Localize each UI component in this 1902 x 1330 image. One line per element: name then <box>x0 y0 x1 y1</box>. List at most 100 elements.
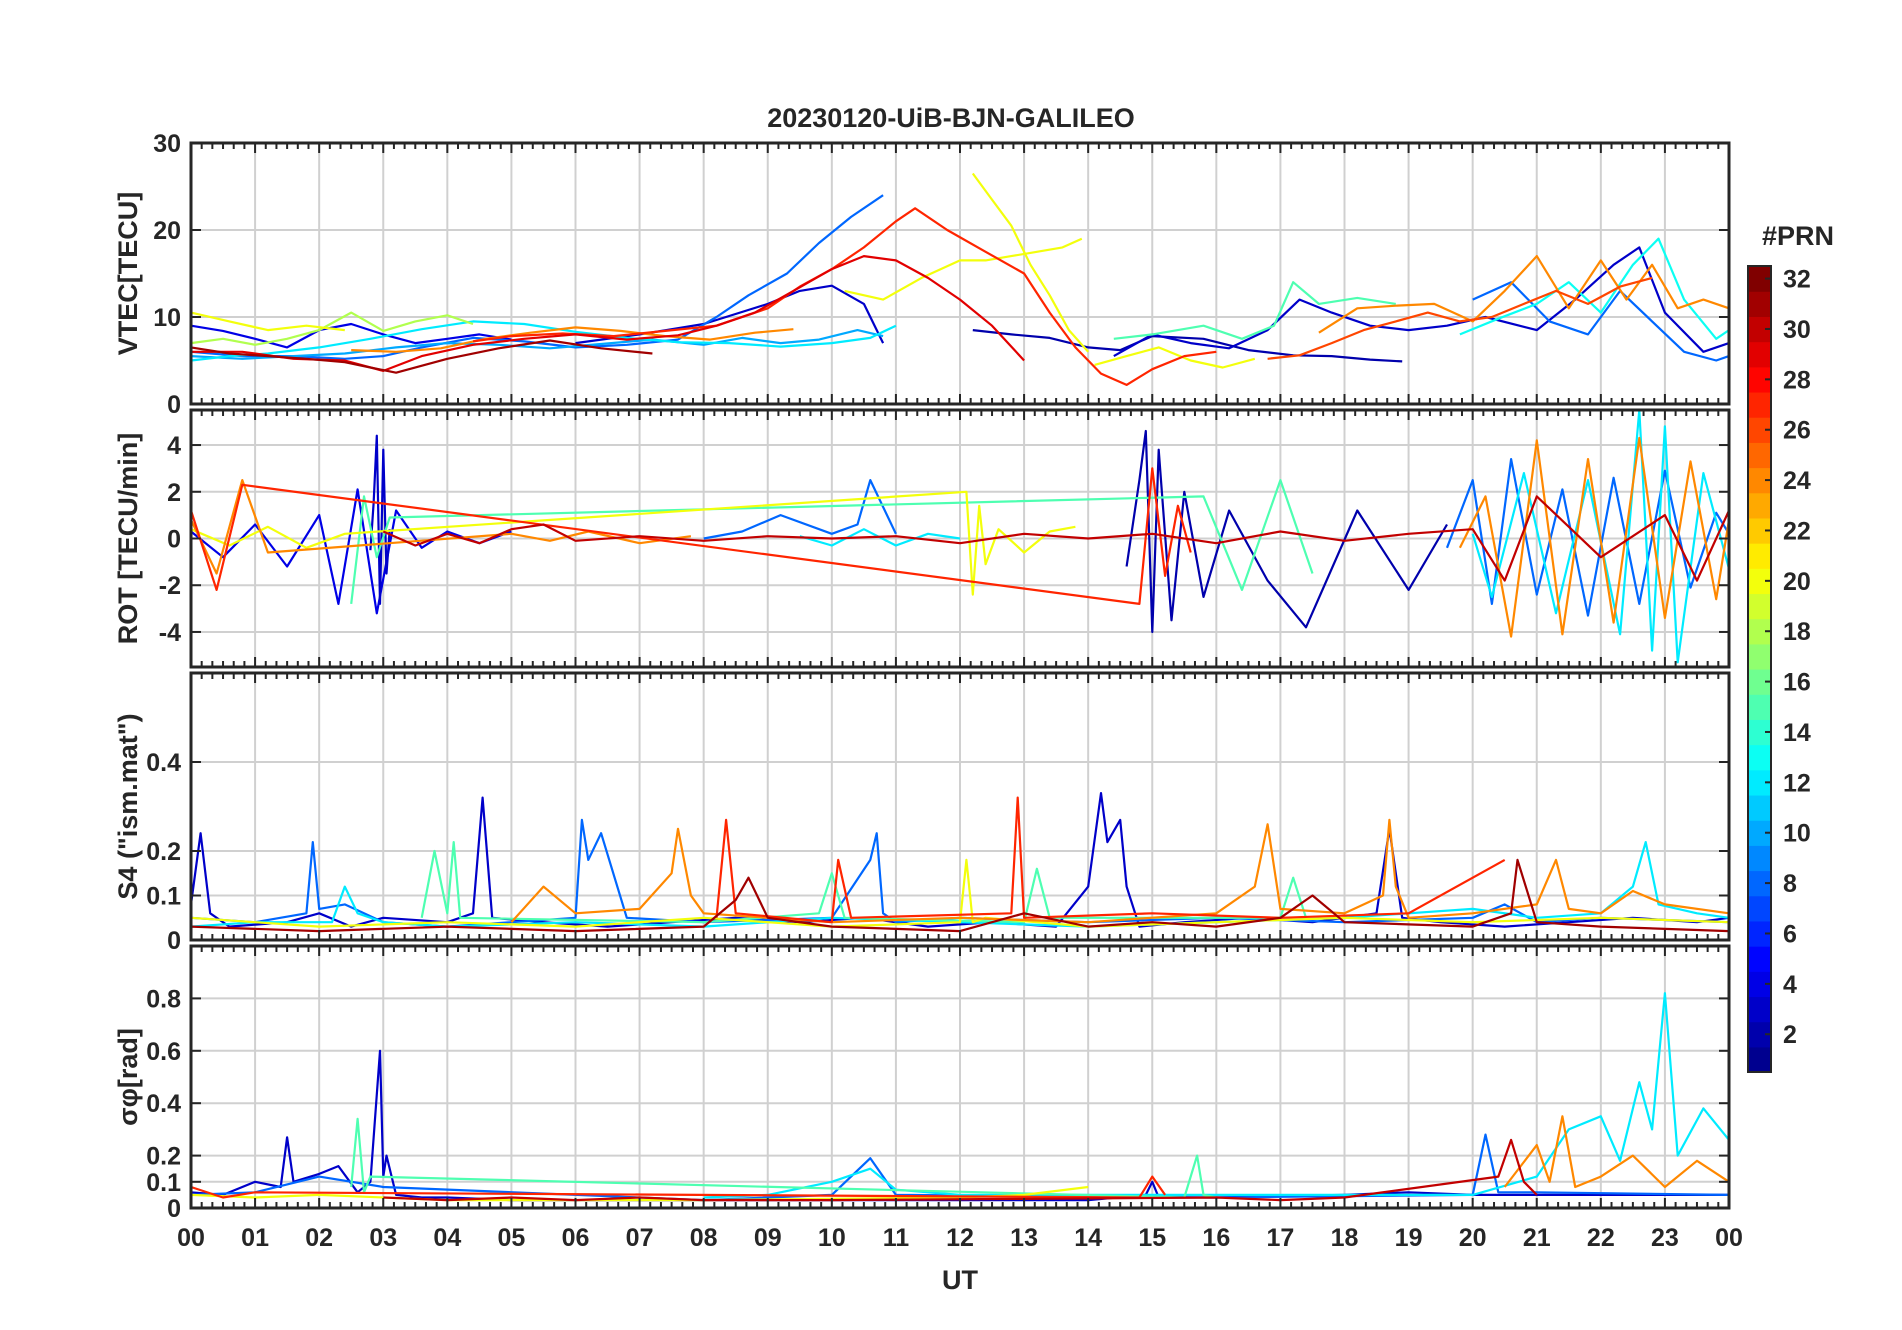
vtec-y-tick-labels: 0 10 20 30 <box>153 130 181 419</box>
y-tick-label: 0 <box>167 391 181 419</box>
colorbar-swatch <box>1748 845 1771 872</box>
colorbar-tick-label: 24 <box>1783 467 1811 495</box>
y-tick-label: 4 <box>167 432 181 460</box>
colorbar-tick-label: 20 <box>1783 568 1811 596</box>
y-tick-label: 0.4 <box>146 1090 181 1118</box>
y-tick-label: 0.6 <box>146 1038 181 1066</box>
y-tick-label: 0 <box>167 927 181 955</box>
x-tick-label: 18 <box>1331 1224 1359 1252</box>
colorbar-swatch <box>1748 341 1771 368</box>
y-tick-label: -2 <box>159 572 181 600</box>
x-tick-label: 02 <box>305 1224 333 1252</box>
panel-s4: 0 0.1 0.2 0.4 S4 ("ism.mat") <box>113 671 1731 955</box>
x-tick-label: 23 <box>1651 1224 1679 1252</box>
colorbar-tick-label: 8 <box>1783 870 1797 898</box>
colorbar-swatch <box>1748 291 1771 317</box>
colorbar-swatch <box>1748 643 1771 670</box>
rot-y-axis-label: ROT [TECU/min] <box>113 433 143 644</box>
colorbar-swatch <box>1748 895 1771 922</box>
x-tick-label: 00 <box>1715 1224 1743 1252</box>
series-line-prn-20 <box>190 490 1076 596</box>
colorbar-swatch <box>1748 593 1771 620</box>
colorbar-tick-label: 16 <box>1783 669 1811 697</box>
colorbar-tick-label: 14 <box>1783 719 1811 747</box>
colorbar-swatch <box>1748 391 1771 418</box>
colorbar-tick-label: 18 <box>1783 618 1811 646</box>
colorbar-tick-label: 28 <box>1783 366 1811 394</box>
series-line-prn-13 <box>1459 237 1730 340</box>
colorbar: #PRN 2468101214161820222426283032 <box>1747 221 1834 1073</box>
y-tick-label: 2 <box>167 479 181 507</box>
colorbar-swatch <box>1748 442 1771 469</box>
x-tick-label: 16 <box>1202 1224 1230 1252</box>
s4-y-axis-label: S4 ("ism.mat") <box>113 713 143 899</box>
x-tick-label: 13 <box>1010 1224 1038 1252</box>
x-tick-label: 00 <box>177 1224 205 1252</box>
figure-title: 20230120-UiB-BJN-GALILEO <box>767 103 1135 133</box>
x-axis-label: UT <box>942 1265 978 1295</box>
colorbar-title: #PRN <box>1762 221 1834 251</box>
sigma-y-tick-labels: 00.10.2 0.4 0.6 0.8 <box>146 985 181 1223</box>
colorbar-swatches <box>1748 266 1771 1073</box>
y-tick-label: 10 <box>153 304 181 332</box>
series-line-prn-26 <box>1267 276 1653 360</box>
figure: 20230120-UiB-BJN-GALILEO 0102030 VTEC[TE… <box>113 103 1834 1295</box>
colorbar-tick-label: 6 <box>1783 920 1797 948</box>
series-line-prn-15 <box>350 1117 1217 1199</box>
x-tick-label: 08 <box>690 1224 718 1252</box>
y-tick-label: 0.2 <box>146 1143 181 1171</box>
y-tick-label: 0.1 <box>146 883 181 911</box>
x-tick-label: 15 <box>1138 1224 1166 1252</box>
s4-y-tick-labels: 0 0.1 0.2 0.4 <box>146 749 181 955</box>
y-tick-label: 0 <box>167 1195 181 1223</box>
panel-sigma-phi: 00.10.2 0.4 0.6 0.8 σφ[rad] <box>113 944 1731 1223</box>
x-tick-label: 20 <box>1459 1224 1487 1252</box>
series-line-prn-15 <box>420 840 1308 924</box>
x-tick-label: 22 <box>1587 1224 1615 1252</box>
colorbar-swatch <box>1748 543 1771 569</box>
colorbar-swatch <box>1748 694 1771 720</box>
colorbar-tick-label: 10 <box>1783 820 1811 848</box>
colorbar-tick-label: 22 <box>1783 517 1811 545</box>
colorbar-swatch <box>1748 492 1771 519</box>
series-line-prn-24 <box>510 818 1730 924</box>
x-tick-label: 07 <box>626 1224 654 1252</box>
colorbar-tick-label: 32 <box>1783 266 1811 294</box>
colorbar-swatch <box>1748 946 1771 972</box>
series-line-prn-20 <box>190 311 345 332</box>
x-tick-label: 09 <box>754 1224 782 1252</box>
x-tick-label: 19 <box>1395 1224 1423 1252</box>
x-tick-label: 12 <box>946 1224 974 1252</box>
y-tick-label: 0.1 <box>146 1169 181 1197</box>
series-line-prn-27 <box>472 207 1217 386</box>
colorbar-tick-label: 2 <box>1783 1021 1797 1049</box>
x-tick-labels: 00 01 02 03 04 05 06 07 08 09 10 11 12 13 14 15 16 17 18 19… <box>177 1224 1743 1252</box>
panel-rot: -4 -2 0 2 4 ROT [TECU/min] <box>113 408 1731 669</box>
s4-grid <box>191 673 1729 940</box>
y-tick-label: -4 <box>159 619 181 647</box>
x-tick-label: 05 <box>498 1224 526 1252</box>
series-line-prn-3 <box>369 434 391 606</box>
colorbar-swatch <box>1748 996 1771 1023</box>
x-tick-label: 21 <box>1523 1224 1551 1252</box>
y-tick-label: 30 <box>153 130 181 158</box>
colorbar-swatch <box>1748 794 1771 821</box>
x-tick-label: 06 <box>562 1224 590 1252</box>
colorbar-tick-label: 26 <box>1783 417 1811 445</box>
x-tick-label: 03 <box>369 1224 397 1252</box>
y-tick-label: 20 <box>153 217 181 245</box>
colorbar-tick-label: 12 <box>1783 769 1811 797</box>
panel-vtec: 0 10 20 30 VTEC[TECU] <box>113 130 1731 419</box>
rot-y-tick-labels: -4 -2 0 2 4 <box>159 432 181 647</box>
sigma-y-axis-label: σφ[rad] <box>113 1028 143 1126</box>
y-tick-label: 0.2 <box>146 838 181 866</box>
colorbar-tick-label: 4 <box>1783 971 1797 999</box>
vtec-y-axis-label: VTEC[TECU] <box>113 192 143 356</box>
series-line-prn-29 <box>191 255 1025 372</box>
colorbar-tick-label: 30 <box>1783 316 1811 344</box>
x-tick-label: 04 <box>433 1224 461 1252</box>
sigma-grid <box>191 946 1729 1208</box>
x-tick-label: 14 <box>1074 1224 1102 1252</box>
x-tick-label: 17 <box>1267 1224 1295 1252</box>
y-tick-label: 0.8 <box>146 985 181 1013</box>
